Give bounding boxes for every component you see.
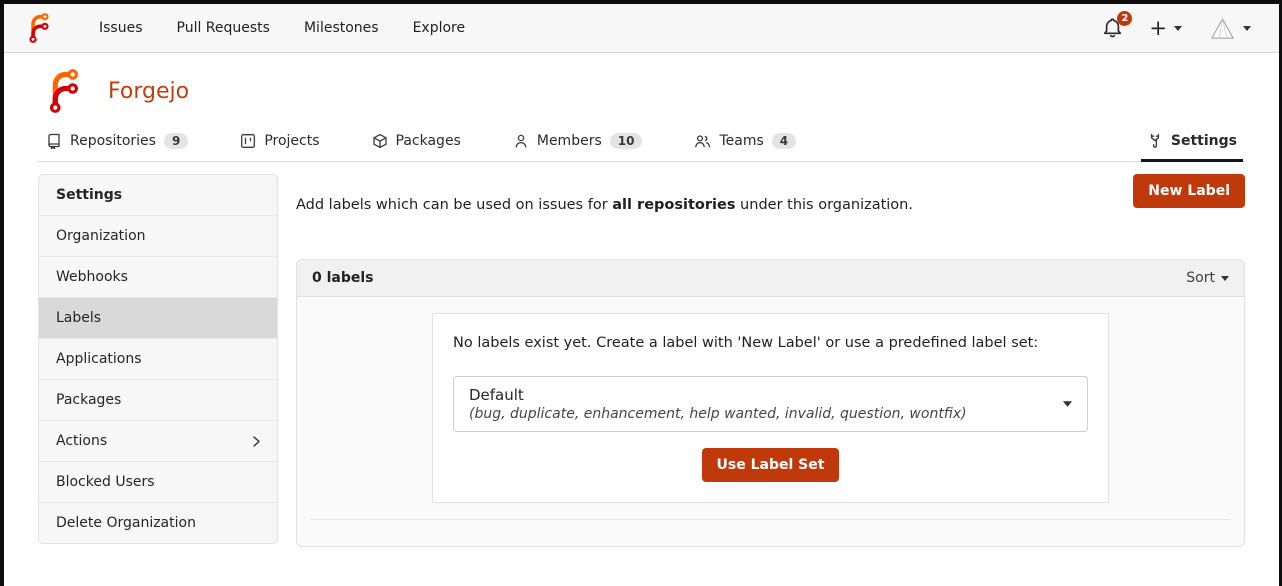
org-header: Forgejo (38, 53, 1245, 123)
tab-projects[interactable]: Projects (234, 123, 325, 161)
nav-link-milestones[interactable]: Milestones (287, 4, 396, 53)
empty-labels-box: No labels exist yet. Create a label with… (432, 313, 1109, 503)
chevron-down-icon (1221, 276, 1229, 281)
nav-link-issues[interactable]: Issues (82, 4, 160, 53)
sidebar-item-label: Organization (56, 228, 146, 244)
label-set-name: Default (469, 386, 967, 404)
chevron-down-icon (1063, 401, 1072, 407)
package-icon (372, 133, 388, 149)
content-row: Settings Organization Webhooks Labels Ap… (38, 174, 1245, 547)
sidebar-item-delete-organization[interactable]: Delete Organization (39, 502, 277, 543)
sort-dropdown-button[interactable]: Sort (1186, 270, 1229, 286)
sidebar-item-label: Delete Organization (56, 515, 196, 531)
use-label-set-row: Use Label Set (453, 448, 1088, 482)
tab-label: Settings (1171, 133, 1237, 149)
labels-description: Add labels which can be used on issues f… (296, 189, 913, 213)
sort-label: Sort (1186, 270, 1215, 286)
description-bold-text: all repositories (612, 197, 735, 213)
plus-icon: + (1149, 18, 1167, 39)
sidebar-item-label: Packages (56, 392, 121, 408)
label-set-select[interactable]: Default (bug, duplicate, enhancement, he… (453, 376, 1088, 432)
nav-link-explore[interactable]: Explore (396, 4, 483, 53)
description-text: under this organization. (735, 197, 913, 213)
forgejo-logo-svg (24, 13, 54, 43)
chevron-right-icon (253, 436, 260, 447)
new-label-button[interactable]: New Label (1133, 174, 1245, 208)
navbar-right-group: 2 + (1103, 15, 1259, 42)
project-icon (240, 133, 256, 149)
forgejo-logo-icon[interactable] (24, 13, 54, 43)
repo-icon (46, 133, 62, 149)
use-label-set-button[interactable]: Use Label Set (702, 448, 840, 482)
tab-label: Packages (396, 133, 461, 149)
label-set-selected-option: Default (bug, duplicate, enhancement, he… (469, 386, 967, 422)
sidebar-item-label: Applications (56, 351, 142, 367)
tab-label: Teams (719, 133, 763, 149)
navbar-links: Issues Pull Requests Milestones Explore (82, 4, 482, 53)
org-avatar-forgejo-logo (42, 69, 86, 113)
tab-repositories[interactable]: Repositories 9 (40, 123, 194, 161)
chevron-down-icon (1174, 26, 1182, 31)
tab-count-badge: 9 (164, 133, 188, 149)
sidebar-item-label: Actions (56, 433, 107, 449)
sidebar-item-labels[interactable]: Labels (39, 297, 277, 338)
app-window: Issues Pull Requests Milestones Explore … (0, 0, 1282, 586)
labels-main: Add labels which can be used on issues f… (296, 174, 1245, 547)
chevron-down-icon (1243, 26, 1251, 31)
label-set-detail: (bug, duplicate, enhancement, help wante… (469, 406, 967, 422)
settings-sidebar: Settings Organization Webhooks Labels Ap… (38, 174, 278, 544)
people-icon (694, 133, 711, 149)
notifications-button[interactable]: 2 (1103, 18, 1122, 38)
sidebar-item-label: Labels (56, 310, 101, 326)
person-icon (513, 133, 529, 149)
sidebar-item-organization[interactable]: Organization (39, 215, 277, 256)
sidebar-item-label: Blocked Users (56, 474, 155, 490)
tab-teams[interactable]: Teams 4 (688, 123, 802, 161)
nav-link-pull-requests[interactable]: Pull Requests (160, 4, 287, 53)
tab-count-badge: 10 (610, 133, 643, 149)
sidebar-item-label: Settings (56, 187, 122, 203)
page-container: Forgejo Repositories 9 Projects (4, 53, 1279, 547)
labels-panel-header: 0 labels Sort (297, 260, 1244, 297)
labels-header-row: Add labels which can be used on issues f… (296, 174, 1245, 227)
tab-label: Projects (264, 133, 319, 149)
description-text: Add labels which can be used on issues f… (296, 197, 612, 213)
tab-settings[interactable]: Settings (1141, 123, 1243, 162)
sidebar-item-applications[interactable]: Applications (39, 338, 277, 379)
tab-members[interactable]: Members 10 (507, 123, 649, 161)
org-name-link[interactable]: Forgejo (108, 79, 189, 104)
sidebar-item-webhooks[interactable]: Webhooks (39, 256, 277, 297)
tab-label: Repositories (70, 133, 156, 149)
notification-count-badge: 2 (1117, 11, 1132, 26)
labels-panel-body: No labels exist yet. Create a label with… (297, 297, 1244, 546)
tab-count-badge: 4 (772, 133, 796, 149)
sidebar-item-actions[interactable]: Actions (39, 420, 277, 461)
tab-packages[interactable]: Packages (366, 123, 467, 161)
tab-label: Members (537, 133, 602, 149)
sidebar-item-settings[interactable]: Settings (39, 175, 277, 215)
labels-count-title: 0 labels (312, 270, 374, 286)
tools-icon (1147, 133, 1163, 149)
sidebar-item-packages[interactable]: Packages (39, 379, 277, 420)
create-menu-button[interactable]: + (1149, 18, 1182, 39)
sidebar-item-label: Webhooks (56, 269, 128, 285)
avatar (1209, 15, 1236, 42)
labels-panel: 0 labels Sort No labels exist yet. Creat… (296, 259, 1245, 547)
panel-divider (311, 519, 1230, 520)
user-menu-button[interactable] (1209, 15, 1251, 42)
top-navbar: Issues Pull Requests Milestones Explore … (4, 4, 1279, 53)
org-tabbar: Repositories 9 Projects Packages (38, 123, 1245, 162)
sidebar-item-blocked-users[interactable]: Blocked Users (39, 461, 277, 502)
empty-labels-message: No labels exist yet. Create a label with… (453, 335, 1088, 351)
